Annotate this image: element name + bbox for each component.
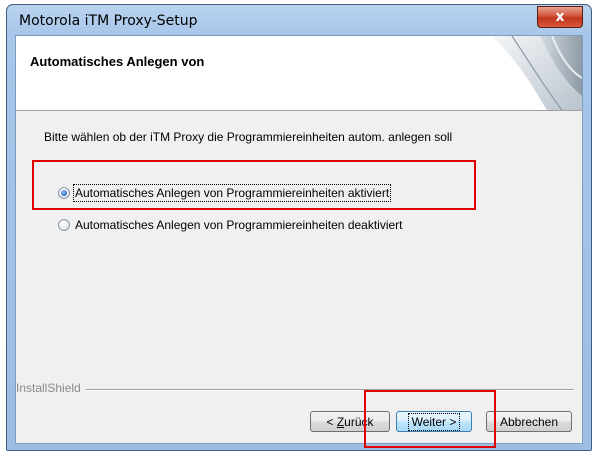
cancel-button-label: Abbrechen bbox=[499, 414, 559, 429]
back-button-label: < Zurück bbox=[326, 415, 373, 429]
radio-disable[interactable] bbox=[58, 219, 70, 231]
banner-title: Automatisches Anlegen von bbox=[30, 54, 205, 69]
banner-decoration-icon bbox=[492, 36, 582, 110]
radio-enable[interactable] bbox=[58, 187, 70, 199]
cancel-button[interactable]: Abbrechen bbox=[486, 411, 572, 432]
setup-window: Motorola iTM Proxy-Setup x Automatisches… bbox=[6, 4, 592, 451]
installshield-brand: InstallShield bbox=[16, 381, 81, 395]
option-disable-row[interactable]: Automatisches Anlegen von Programmierein… bbox=[58, 218, 403, 232]
dialog-client-area: Automatisches Anlegen von Bitte wählen o… bbox=[15, 35, 583, 444]
instruction-text: Bitte wählen ob der iTM Proxy die Progra… bbox=[44, 130, 453, 144]
title-bar[interactable]: Motorola iTM Proxy-Setup x bbox=[7, 5, 591, 35]
back-prefix: < bbox=[326, 414, 337, 429]
next-button-label: Weiter > bbox=[407, 412, 461, 431]
header-banner: Automatisches Anlegen von bbox=[16, 36, 582, 111]
back-rest: urück bbox=[344, 414, 374, 429]
footer-divider bbox=[86, 389, 574, 391]
option-enable-label[interactable]: Automatisches Anlegen von Programmierein… bbox=[72, 184, 392, 202]
option-disable-label[interactable]: Automatisches Anlegen von Programmierein… bbox=[75, 218, 403, 232]
window-title: Motorola iTM Proxy-Setup bbox=[19, 13, 198, 29]
option-enable-row[interactable]: Automatisches Anlegen von Programmierein… bbox=[58, 184, 392, 202]
close-button[interactable]: x bbox=[537, 6, 583, 28]
back-button[interactable]: < Zurück bbox=[310, 411, 390, 432]
close-icon: x bbox=[555, 9, 565, 25]
next-button[interactable]: Weiter > bbox=[396, 411, 472, 432]
